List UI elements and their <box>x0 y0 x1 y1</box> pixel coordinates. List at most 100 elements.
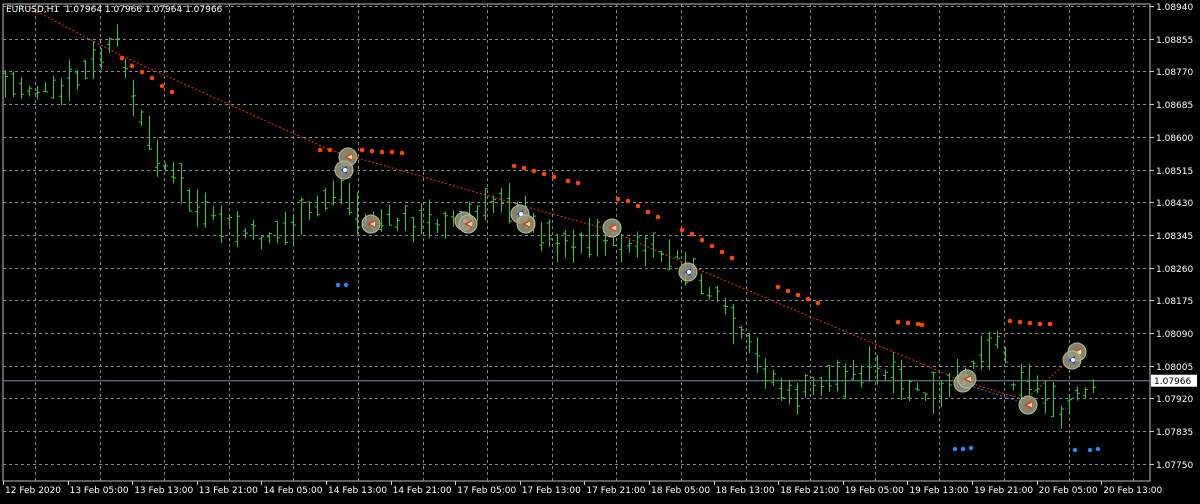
support-dot <box>1087 447 1093 453</box>
chart-window[interactable]: 1.08940 1.08855 1.08770 1.08685 1.08600 1.085… <box>0 0 1200 500</box>
resistance-dot <box>625 198 631 204</box>
resistance-dot <box>565 178 571 184</box>
resistance-dot <box>645 209 651 215</box>
support-dot <box>1095 446 1101 452</box>
indicator-dots <box>119 55 1101 453</box>
price-label: 1.08005 <box>1156 363 1193 373</box>
time-label: 14 Feb 13:00 <box>328 486 387 496</box>
price-label: 1.08260 <box>1156 265 1193 275</box>
current-price-label: 1.07966 <box>1154 377 1191 387</box>
price-label: 1.08345 <box>1156 232 1193 242</box>
price-label: 1.08090 <box>1156 330 1193 340</box>
time-label: 20 Feb 05:00 <box>1039 486 1098 496</box>
support-dot <box>952 446 958 452</box>
resistance-dot <box>551 174 557 180</box>
price-label: 1.08430 <box>1156 199 1193 209</box>
time-label: 18 Feb 13:00 <box>716 486 775 496</box>
time-label: 14 Feb 21:00 <box>393 486 452 496</box>
resistance-dot <box>719 249 725 255</box>
buy-marker-icon[interactable] <box>334 160 354 180</box>
resistance-dot <box>615 196 621 202</box>
resistance-dot <box>689 231 695 237</box>
resistance-dot <box>635 203 641 209</box>
price-label: 1.07920 <box>1156 395 1193 405</box>
sell-marker-icon[interactable] <box>361 214 381 234</box>
buy-marker-icon[interactable] <box>1062 350 1082 370</box>
resistance-dot <box>379 149 385 155</box>
trade-markers[interactable] <box>334 147 1087 415</box>
resistance-dot <box>575 180 581 186</box>
time-label: 20 Feb 13:00 <box>1103 486 1162 496</box>
time-label: 12 Feb 2020 <box>5 486 61 496</box>
time-label: 19 Feb 05:00 <box>845 486 904 496</box>
time-axis: 12 Feb 2020 13 Feb 05:00 13 Feb 13:00 13 Fe… <box>3 481 1163 496</box>
resistance-dot <box>317 147 323 153</box>
sell-marker-icon[interactable] <box>957 369 977 389</box>
price-label: 1.07750 <box>1156 461 1193 471</box>
resistance-dot <box>655 214 661 220</box>
sell-marker-icon[interactable] <box>458 214 478 234</box>
price-label: 1.08940 <box>1156 3 1193 13</box>
buy-marker-icon[interactable] <box>678 262 698 282</box>
support-dot <box>343 282 349 288</box>
time-label: 18 Feb 05:00 <box>651 486 710 496</box>
time-label: 17 Feb 05:00 <box>457 486 516 496</box>
resistance-dot <box>699 237 705 243</box>
resistance-dot <box>389 149 395 155</box>
price-label: 1.08175 <box>1156 297 1193 307</box>
time-label: 13 Feb 21:00 <box>199 486 258 496</box>
time-label: 18 Feb 21:00 <box>780 486 839 496</box>
resistance-dot <box>159 83 165 89</box>
resistance-dot <box>805 296 811 302</box>
time-label: 17 Feb 21:00 <box>586 486 645 496</box>
support-dot <box>960 446 966 452</box>
price-label: 1.07835 <box>1156 428 1193 438</box>
price-label: 1.08515 <box>1156 167 1193 177</box>
price-label: 1.08855 <box>1156 36 1193 46</box>
time-label: 14 Feb 05:00 <box>263 486 322 496</box>
resistance-dot <box>905 320 911 326</box>
resistance-dot <box>785 288 791 294</box>
price-chart[interactable]: 1.08940 1.08855 1.08770 1.08685 1.08600 1.085… <box>0 0 1200 500</box>
resistance-dot <box>919 322 925 328</box>
support-dot <box>968 445 974 451</box>
resistance-dot <box>709 243 715 249</box>
sell-marker-icon[interactable] <box>602 218 622 238</box>
resistance-dot <box>369 148 375 154</box>
resistance-dot <box>1007 318 1013 324</box>
resistance-dot <box>815 300 821 306</box>
resistance-dot <box>775 284 781 290</box>
time-label: 13 Feb 05:00 <box>70 486 129 496</box>
resistance-dot <box>679 227 685 233</box>
price-label: 1.08600 <box>1156 134 1193 144</box>
resistance-dot <box>1027 320 1033 326</box>
resistance-dot <box>795 292 801 298</box>
resistance-dot <box>521 165 527 171</box>
support-dot <box>1072 447 1078 453</box>
price-label: 1.08770 <box>1156 68 1193 78</box>
resistance-dot <box>139 69 145 75</box>
symbol-info-label: EURUSD,H1 1.07964 1.07966 1.07964 1.0796… <box>6 5 223 15</box>
trend-lines <box>29 7 1076 405</box>
resistance-dot <box>359 147 365 153</box>
time-label: 13 Feb 13:00 <box>134 486 193 496</box>
resistance-dot <box>531 168 537 174</box>
resistance-dot <box>915 321 921 327</box>
time-label: 19 Feb 21:00 <box>974 486 1033 496</box>
resistance-dot <box>511 163 517 169</box>
time-label: 19 Feb 13:00 <box>909 486 968 496</box>
resistance-dot <box>895 319 901 325</box>
time-label: 17 Feb 13:00 <box>522 486 581 496</box>
resistance-dot <box>541 171 547 177</box>
resistance-dot <box>1037 321 1043 327</box>
resistance-dot <box>1017 319 1023 325</box>
sell-marker-icon[interactable] <box>1018 395 1038 415</box>
price-axis: 1.08940 1.08855 1.08770 1.08685 1.08600 1.085… <box>1150 3 1197 471</box>
resistance-dot <box>729 255 735 261</box>
resistance-dot <box>327 147 333 153</box>
sell-marker-icon[interactable] <box>516 214 536 234</box>
support-dot <box>335 282 341 288</box>
resistance-dot <box>1047 321 1053 327</box>
price-label: 1.08685 <box>1156 101 1193 111</box>
plot-frame <box>2 3 1151 482</box>
